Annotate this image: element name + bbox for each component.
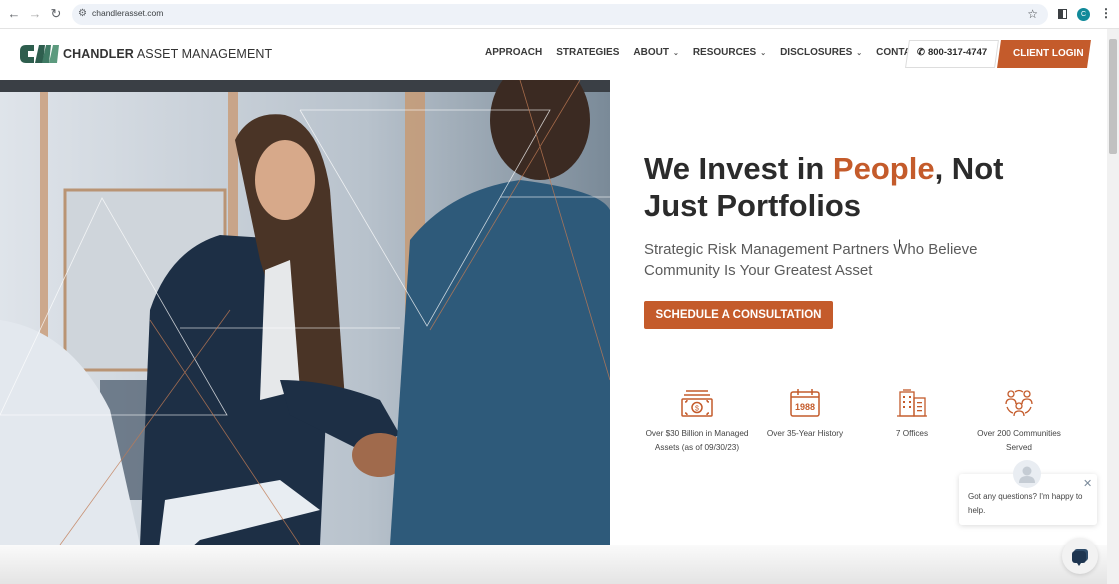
calendar-year: 1988	[795, 402, 815, 412]
nav-approach[interactable]: APPROACH	[485, 47, 542, 58]
svg-text:$: $	[695, 406, 699, 413]
phone-link[interactable]: ✆ 800-317-4747	[917, 47, 987, 58]
stat-communities: Over 200 Communities Served	[964, 388, 1074, 455]
url-text[interactable]: chandlerasset.com	[92, 8, 163, 18]
hero-subtitle: Strategic Risk Management Partners Who B…	[644, 241, 978, 279]
chat-bubble-icon	[1072, 549, 1088, 566]
client-login-label[interactable]: CLIENT LOGIN	[1013, 48, 1084, 59]
chevron-down-icon: ⌄	[672, 49, 679, 57]
phone-icon: ✆	[917, 47, 925, 58]
nav-strategies[interactable]: STRATEGIES	[556, 47, 619, 58]
bookmark-star-icon[interactable]: ☆	[1027, 7, 1038, 21]
browser-toolbar: ← → ↻ ⚙ chandlerasset.com ☆ C ⋮	[0, 0, 1119, 29]
scrollbar-thumb[interactable]	[1109, 39, 1117, 154]
stat-history: 1988 Over 35-Year History	[750, 388, 860, 441]
nav-disclosures[interactable]: DISCLOSURES ⌄	[780, 47, 862, 58]
calendar-icon: 1988	[790, 389, 820, 417]
stat-label: Over 35-Year History	[766, 429, 844, 438]
logo[interactable]: CHANDLER ASSET MANAGEMENT	[20, 43, 272, 65]
reload-icon[interactable]: ↻	[49, 7, 63, 21]
chat-message: Got any questions? I'm happy to help.	[968, 492, 1083, 515]
profile-avatar[interactable]: C	[1077, 8, 1090, 21]
chat-launcher-button[interactable]	[1062, 538, 1098, 574]
stat-managed-assets: $ Over $30 Billion in Managed Assets (as…	[642, 388, 752, 455]
text-cursor-icon: I	[898, 238, 902, 250]
main-nav: APPROACH STRATEGIES ABOUT ⌄ RESOURCES ⌄ DI…	[485, 47, 938, 58]
site-header: CHANDLER ASSET MANAGEMENT APPROACH STRAT…	[0, 29, 1107, 80]
stat-offices: 7 Offices	[857, 388, 967, 441]
chevron-down-icon: ⌄	[856, 49, 863, 57]
hero-title-accent: People	[832, 151, 935, 186]
phone-number: 800-317-4747	[927, 47, 988, 58]
community-icon	[1005, 389, 1033, 417]
money-icon: $	[681, 390, 713, 417]
stat-label: Over 200 Communities Served	[977, 429, 1061, 452]
nav-about[interactable]: ABOUT ⌄	[633, 47, 678, 58]
page-bottom-section	[0, 545, 1107, 584]
chat-agent-avatar	[1013, 460, 1041, 488]
handshake-photo	[0, 80, 610, 545]
cm-logo-icon	[20, 45, 59, 63]
chat-close-icon[interactable]: ✕	[1083, 477, 1092, 490]
side-panel-icon[interactable]	[1058, 9, 1067, 19]
chevron-down-icon: ⌄	[760, 49, 767, 57]
stat-label: Over $30 Billion in Managed Assets (as o…	[645, 429, 749, 452]
stat-label: 7 Offices	[895, 429, 929, 438]
building-icon	[897, 389, 927, 417]
logo-text: CHANDLER ASSET MANAGEMENT	[63, 47, 273, 61]
browser-menu-icon[interactable]: ⋮	[1100, 6, 1112, 20]
forward-icon[interactable]: →	[28, 7, 42, 21]
nav-resources[interactable]: RESOURCES ⌄	[693, 47, 766, 58]
back-icon[interactable]: ←	[7, 7, 21, 21]
site-info-icon[interactable]: ⚙	[78, 8, 87, 19]
user-avatar-icon	[1019, 466, 1035, 483]
schedule-consultation-button[interactable]: SCHEDULE A CONSULTATION	[644, 301, 833, 329]
hero-title: We Invest in People, Not Just Portfolios	[644, 151, 1004, 223]
hero-image	[0, 80, 610, 545]
address-bar[interactable]: ⚙ chandlerasset.com ☆	[72, 4, 1048, 25]
